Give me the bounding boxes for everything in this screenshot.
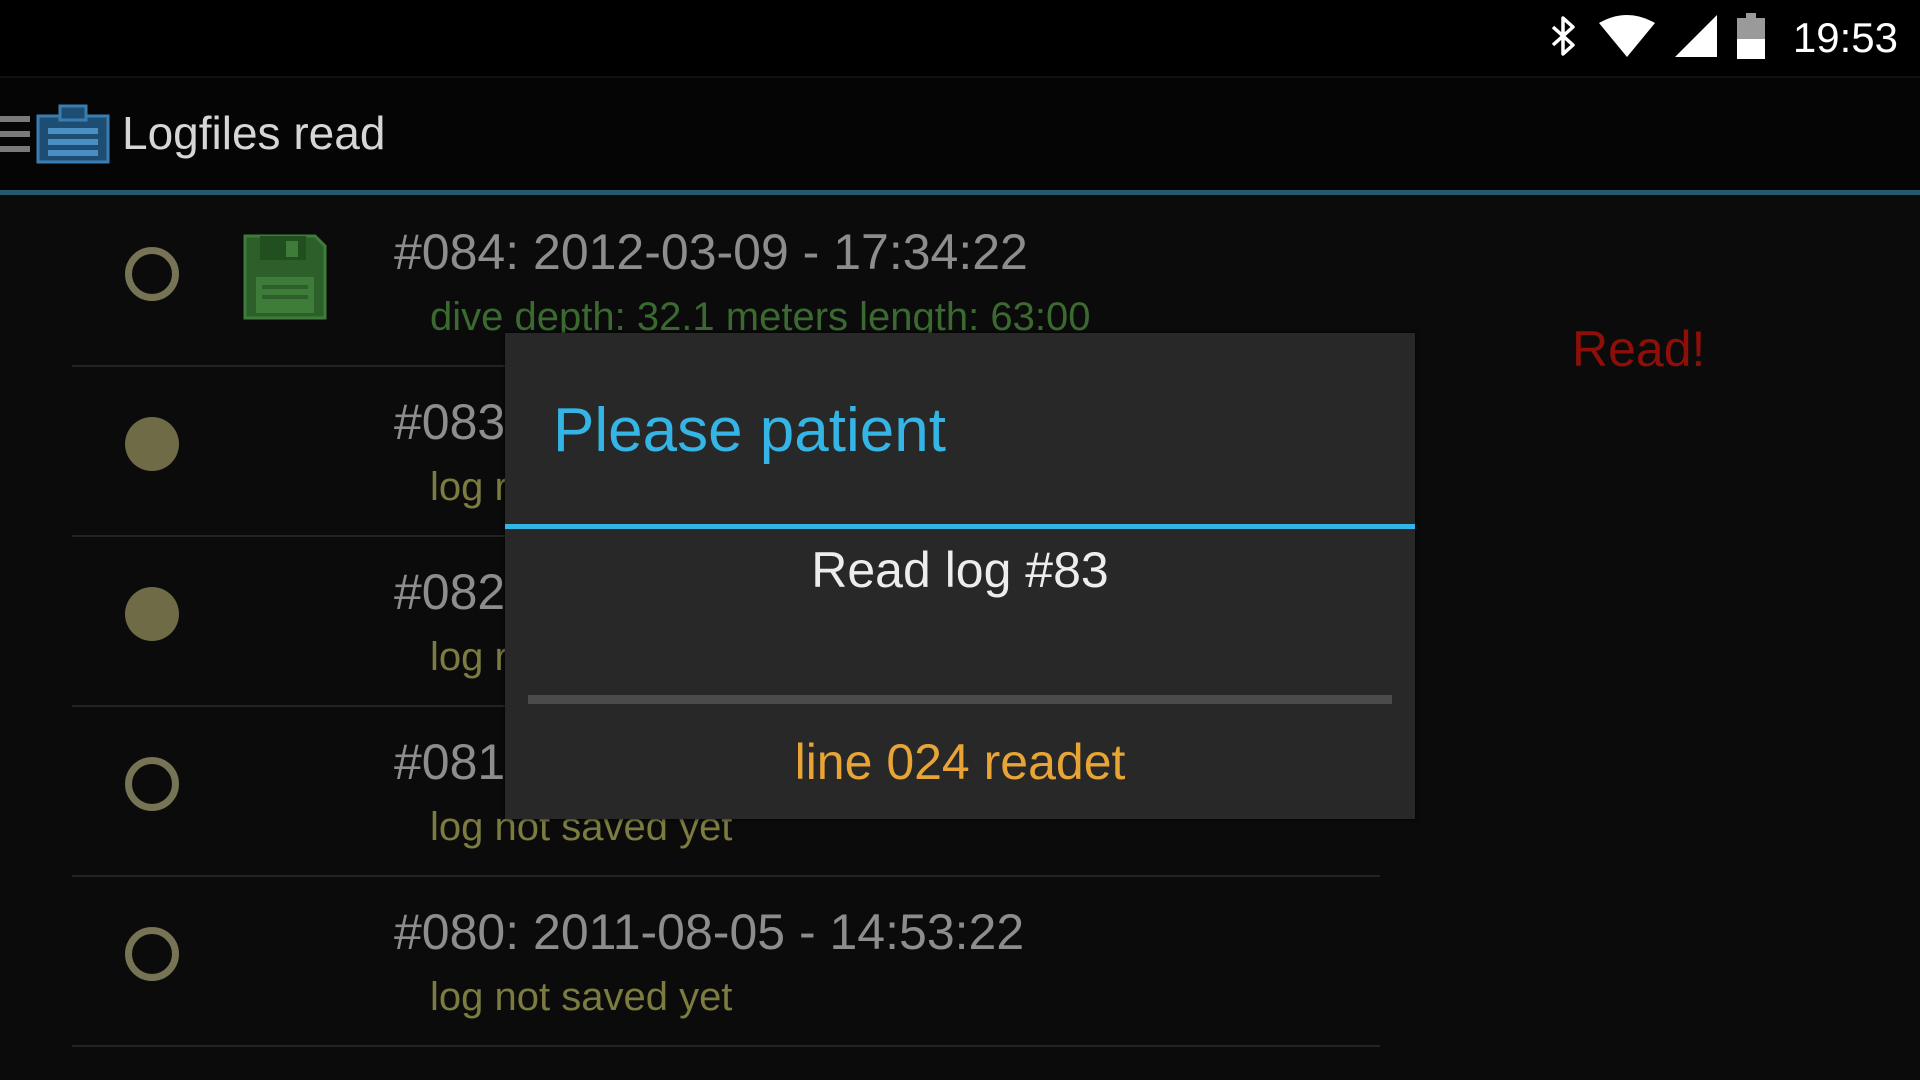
action-bar: Logfiles read xyxy=(0,78,1920,195)
status-time: 19:53 xyxy=(1792,14,1898,61)
wifi-icon xyxy=(1598,14,1655,62)
radio-button[interactable] xyxy=(125,587,179,641)
radio-button[interactable] xyxy=(125,247,179,301)
log-title: #084: 2012-03-09 - 17:34:22 xyxy=(394,224,1028,280)
log-subtitle: log r xyxy=(430,635,508,679)
progress-dialog: Please patient Read log #83 line 024 rea… xyxy=(505,333,1415,819)
progress-bar xyxy=(528,695,1392,704)
status-bar: 19:53 xyxy=(0,0,1920,78)
drawer-icon[interactable] xyxy=(0,116,30,156)
status-icons: 19:53 xyxy=(1549,0,1898,76)
radio-button[interactable] xyxy=(125,417,179,471)
log-title: #082 xyxy=(394,564,506,620)
log-title: #080: 2011-08-05 - 14:53:22 xyxy=(394,904,1025,960)
dialog-status: line 024 readet xyxy=(794,734,1126,790)
read-label: Read! xyxy=(1572,321,1706,377)
dialog-divider xyxy=(505,524,1415,529)
battery-icon xyxy=(1736,12,1765,64)
log-subtitle: log not saved yet xyxy=(430,975,733,1019)
list-item[interactable]: #080: 2011-08-05 - 14:53:22 log not save… xyxy=(72,875,1380,1047)
log-subtitle: log r xyxy=(430,465,508,509)
bluetooth-icon xyxy=(1549,15,1579,62)
radio-button[interactable] xyxy=(125,757,179,811)
dialog-title: Please patient xyxy=(553,396,946,465)
dialog-message: Read log #83 xyxy=(811,542,1109,598)
app-icon[interactable] xyxy=(36,102,110,164)
radio-button[interactable] xyxy=(125,927,179,981)
log-title: #081 xyxy=(394,734,506,790)
cell-signal-icon xyxy=(1674,14,1717,62)
log-title: #083 xyxy=(394,394,506,450)
floppy-disk-icon xyxy=(242,233,328,321)
page-title: Logfiles read xyxy=(122,107,386,159)
